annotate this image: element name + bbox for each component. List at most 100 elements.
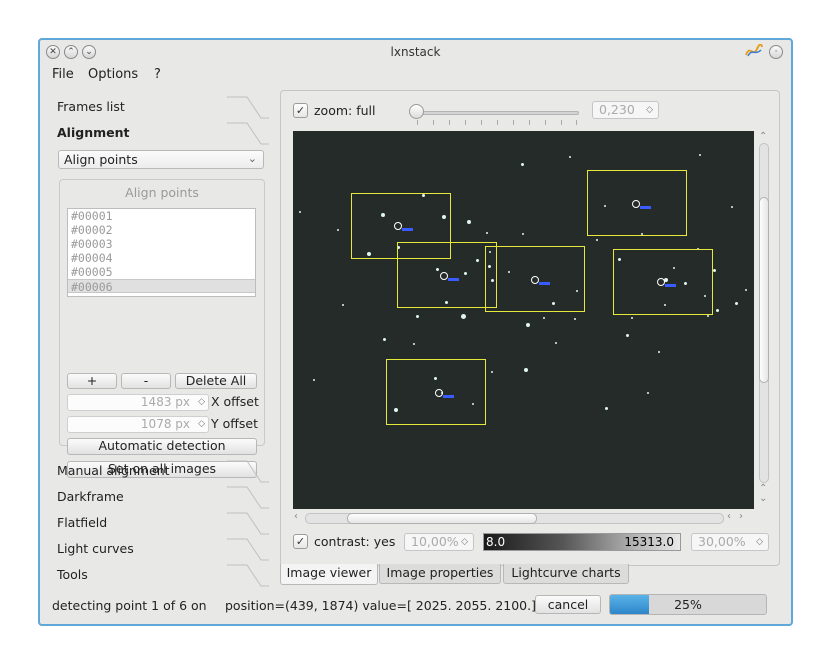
align-point-tag [402, 228, 413, 231]
menu-options[interactable]: Options [88, 67, 138, 82]
list-item[interactable]: #00002 [68, 223, 255, 237]
status-message: detecting point 1 of 6 on [52, 598, 207, 613]
scroll-right-icon[interactable]: › [739, 511, 743, 522]
tab-edge [227, 96, 269, 119]
star [413, 343, 415, 345]
star [707, 315, 709, 317]
star [467, 220, 471, 224]
spin-arrows-icon[interactable]: ◇ [198, 417, 205, 432]
star [313, 379, 315, 381]
star [524, 368, 528, 372]
window-menu-icon[interactable]: · [769, 45, 783, 59]
list-item-selected[interactable]: #00006 [68, 279, 255, 294]
align-point-marker [632, 200, 640, 208]
menu-help[interactable]: ? [154, 67, 161, 82]
align-point-tag [448, 278, 459, 281]
star [716, 309, 719, 312]
add-point-button[interactable]: + [67, 373, 117, 389]
zoom-slider-handle[interactable] [409, 104, 424, 119]
align-point-marker [435, 389, 443, 397]
y-offset-value: 1078 px [140, 417, 190, 431]
align-points-group: Align points #00001 #00002 #00003 #00004… [59, 179, 265, 478]
x-offset-value: 1483 px [140, 395, 190, 409]
align-mode-value: Align points [64, 152, 138, 167]
toolbox-tab-label: Tools [57, 567, 88, 582]
level-min-value: 8.0 [486, 535, 506, 549]
tab-edge [227, 486, 269, 509]
tab-image-viewer[interactable]: Image viewer [280, 564, 378, 585]
star [521, 163, 524, 166]
scroll-down-icon[interactable]: ⌄ [759, 493, 767, 504]
image-viewer-panel: ✓ zoom: full 0,230 ◇ ⌃ ⌃ ⌄ ‹ ‹ › ✓ contr… [280, 90, 780, 566]
star [735, 302, 738, 305]
horizontal-scrollbar[interactable]: ‹ ‹ › [293, 509, 754, 527]
scroll-left-icon[interactable]: ‹ [294, 511, 298, 522]
star [555, 342, 557, 344]
levels-bar[interactable]: 8.0 15313.0 [483, 533, 681, 551]
delete-all-button[interactable]: Delete All [175, 373, 257, 389]
scroll-up-icon[interactable]: ⌃ [759, 131, 767, 142]
x-offset-input[interactable]: 1483 px ◇ [67, 394, 209, 411]
toolbox-tab-flatfield[interactable]: Flatfield [57, 511, 269, 535]
y-offset-input[interactable]: 1078 px ◇ [67, 416, 209, 433]
toolbox-tab-manual-alignment[interactable]: Manual alignment [57, 459, 269, 483]
star [626, 334, 629, 337]
scroll-handle[interactable] [759, 197, 769, 383]
toolbox-tab-frames-list[interactable]: Frames list [57, 95, 269, 119]
tab-lightcurve-charts[interactable]: Lightcurve charts [503, 564, 629, 584]
toolbox-tab-tools[interactable]: Tools [57, 563, 269, 587]
points-list[interactable]: #00001 #00002 #00003 #00004 #00005 #0000… [67, 208, 256, 297]
zoom-slider-track[interactable] [413, 111, 579, 115]
align-point-marker [440, 272, 448, 280]
menu-file[interactable]: File [52, 67, 74, 82]
zoom-label: zoom: full [314, 103, 376, 118]
scroll-left-icon[interactable]: ‹ [727, 511, 731, 522]
star [745, 289, 747, 291]
zoom-checkbox[interactable]: ✓ [293, 103, 308, 118]
star [299, 211, 301, 213]
title-bar: ✕ ⌃ ⌄ lxnstack · [40, 40, 791, 64]
spin-arrows-icon[interactable]: ◇ [646, 102, 653, 118]
toolbox-tab-label: Flatfield [57, 515, 108, 530]
list-item[interactable]: #00001 [68, 209, 255, 223]
star [461, 314, 466, 319]
x-offset-label: X offset [211, 394, 259, 409]
progress-bar: 25% [609, 594, 767, 615]
star [416, 315, 419, 318]
tab-edge [227, 460, 269, 483]
star [631, 317, 633, 319]
spin-arrows-icon[interactable]: ◇ [198, 395, 205, 410]
align-point-marker [657, 278, 665, 286]
tab-image-properties[interactable]: Image properties [379, 564, 501, 584]
menu-bar: File Options ? [40, 64, 791, 84]
window-title: lxnstack [390, 45, 441, 59]
contrast-min-input[interactable]: 10,00% ◇ [404, 533, 474, 551]
toolbox-tab-alignment[interactable]: Alignment [57, 121, 269, 145]
toolbox-tab-label: Manual alignment [57, 463, 170, 478]
contrast-checkbox[interactable]: ✓ [293, 534, 308, 549]
app-window: ✕ ⌃ ⌄ lxnstack · File Options ? Frames l… [38, 38, 793, 626]
toolbox-tab-label: Frames list [57, 99, 125, 114]
list-item[interactable]: #00003 [68, 237, 255, 251]
spin-arrows-icon[interactable]: ◇ [461, 534, 468, 550]
toolbox-tab-darkframe[interactable]: Darkframe [57, 485, 269, 509]
contrast-max-input[interactable]: 30,00% ◇ [691, 533, 769, 551]
star [337, 229, 339, 231]
star-image[interactable] [293, 131, 754, 509]
toolbox-tab-light-curves[interactable]: Light curves [57, 537, 269, 561]
align-point-tag [539, 282, 550, 285]
list-item[interactable]: #00004 [68, 251, 255, 265]
star [647, 392, 649, 394]
list-item[interactable]: #00005 [68, 265, 255, 279]
vertical-scrollbar[interactable]: ⌃ ⌃ ⌄ [755, 131, 773, 509]
scroll-handle[interactable] [347, 513, 537, 524]
remove-point-button[interactable]: - [121, 373, 171, 389]
toolbox-tab-label: Alignment [57, 125, 130, 140]
align-mode-select[interactable]: Align points ⌄ [58, 150, 264, 169]
cancel-button[interactable]: cancel [535, 595, 601, 614]
spin-arrows-icon[interactable]: ◇ [756, 534, 763, 550]
toolbox-tab-label: Darkframe [57, 489, 124, 504]
star [342, 304, 344, 306]
zoom-value-input[interactable]: 0,230 ◇ [592, 101, 659, 119]
automatic-detection-button[interactable]: Automatic detection [67, 438, 257, 455]
